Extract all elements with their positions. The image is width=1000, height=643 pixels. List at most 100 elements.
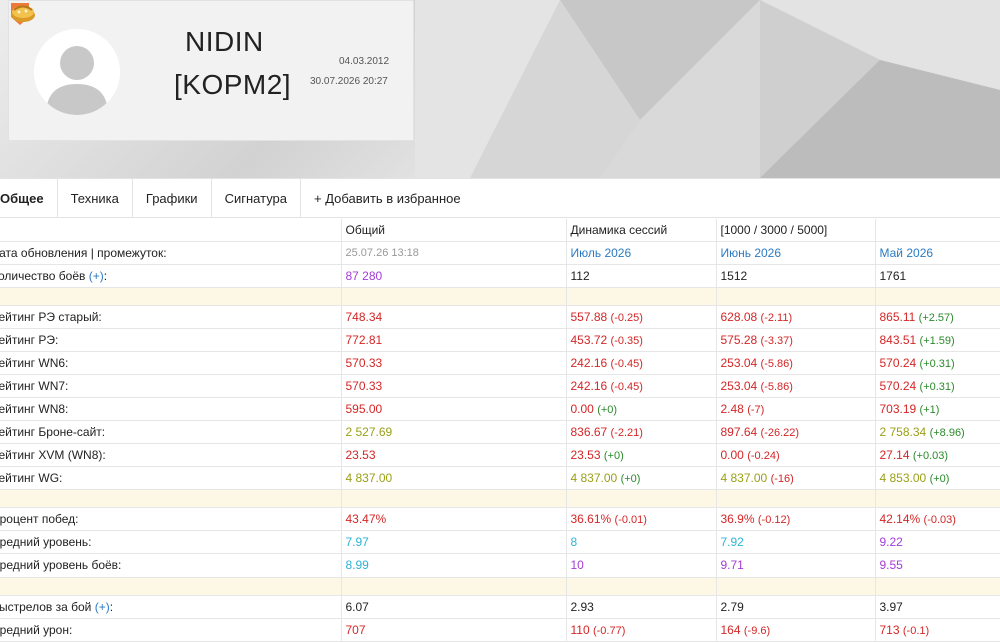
period-cell: 36.61% (-0.01)	[565, 507, 716, 531]
period-delta: (-5.86)	[760, 357, 793, 370]
period-value: 253.04	[720, 378, 758, 393]
table-row: Рейтинг РЭ старый: 748.34 557.88 (-0.25) 62…	[0, 305, 1000, 329]
period-cell: 628.08 (-2.11)	[715, 305, 875, 329]
period-cell[interactable]: Июль 2026	[565, 241, 716, 265]
period-cell: 4 853.00 (+0)	[874, 466, 1000, 490]
period-delta: (+0.03)	[912, 449, 949, 462]
period-cell: 897.64 (-26.22)	[715, 420, 875, 444]
period-value: 4 837.00	[720, 470, 768, 485]
row-label-text: Процент побед:	[0, 511, 79, 526]
row-label-text: Средний урон:	[0, 622, 73, 637]
period-value: 1512	[720, 268, 748, 283]
total-value: 595.00	[340, 397, 566, 421]
table-row: Выстрелов за бой (+): 6.07 2.93 2.79 3.97	[0, 595, 1000, 619]
table-row: Средний урон:707110 (-0.77)164 (-9.6)713…	[0, 618, 1000, 642]
row-label-text: Рейтинг Броне-сайт:	[0, 424, 106, 439]
separator-cell	[0, 287, 341, 306]
period-delta: (-0.24)	[747, 449, 780, 462]
tab-charts[interactable]: Графики	[133, 179, 212, 218]
profile-banner: NIDIN [KOPM2] 04.03.2012 30.07.2026 20:2…	[0, 0, 1000, 178]
total-value: 570.33	[340, 374, 566, 398]
period-value: 10	[570, 558, 584, 572]
last-battle-date: 30.07.2026 20:27	[310, 76, 388, 87]
add-to-favorites-button[interactable]: + Добавить в избранное	[301, 179, 474, 218]
period-value: 843.51	[879, 332, 917, 347]
row-label-text: Рейтинг WN6:	[0, 355, 69, 370]
period-value: 453.72	[570, 332, 608, 347]
period-value: 0.00	[720, 447, 744, 462]
header-intervals-link[interactable]: [1000 / 3000 / 5000]	[715, 219, 875, 242]
period-value: Май 2026	[879, 245, 934, 260]
row-label-text: Рейтинг WN7:	[0, 378, 69, 393]
period-cell: 8	[565, 530, 716, 554]
period-cell: 42.14% (-0.03)	[874, 507, 1000, 531]
stats-table: Общий Динамика сессий [1000 / 3000 / 500…	[0, 219, 1000, 642]
total-value: 748.34	[340, 305, 566, 329]
row-label-text: Рейтинг WN8:	[0, 401, 69, 416]
separator-cell	[565, 577, 716, 596]
period-delta: (+8.96)	[929, 426, 965, 439]
period-delta: (+0)	[620, 472, 641, 485]
period-cell: 27.14 (+0.03)	[874, 443, 1000, 467]
row-label: Выстрелов за бой (+):	[0, 595, 341, 619]
period-cell: 110 (-0.77)	[565, 618, 716, 642]
period-delta: (-0.35)	[610, 334, 643, 347]
tab-signature[interactable]: Сигнатура	[212, 179, 302, 218]
tab-general[interactable]: Общее	[0, 179, 58, 218]
period-delta: (+2.57)	[918, 311, 954, 324]
tab-vehicles[interactable]: Техника	[58, 179, 133, 218]
row-label: Процент побед:	[0, 507, 341, 531]
period-value: 9.55	[879, 558, 903, 572]
row-label-text: Рейтинг WG:	[0, 470, 63, 485]
expand-link[interactable]: (+)	[95, 600, 110, 614]
table-row: Рейтинг WN6:570.33242.16 (-0.45)253.04 (…	[0, 351, 1000, 375]
period-value: 836.67	[570, 424, 608, 439]
period-cell: 10	[565, 553, 716, 578]
period-delta: (-5.86)	[760, 380, 793, 393]
total-value: 8.99	[340, 553, 566, 578]
separator-cell	[0, 577, 341, 596]
table-row: Рейтинг Броне-сайт: 2 527.69 836.67 (-2.21…	[0, 420, 1000, 444]
header-empty	[874, 219, 1000, 242]
period-value: Июль 2026	[570, 245, 632, 260]
period-cell[interactable]: Июнь 2026	[715, 241, 875, 265]
period-value: 8	[570, 534, 578, 549]
period-cell: 242.16 (-0.45)	[565, 374, 716, 398]
row-label: Рейтинг WN7:	[0, 374, 341, 398]
table-row: Рейтинг WN7:570.33242.16 (-0.45)253.04 (…	[0, 374, 1000, 398]
clan-tag[interactable]: [KOPM2]	[174, 69, 291, 101]
expand-link[interactable]: (+)	[89, 269, 104, 283]
table-row: Дата обновления | промежуток: 25.07.26 13…	[0, 241, 1000, 265]
period-cell: 253.04 (-5.86)	[715, 374, 875, 398]
row-label-tail: :	[103, 268, 108, 283]
period-delta: (-2.21)	[610, 426, 643, 439]
table-row: Рейтинг РЭ:772.81453.72 (-0.35)575.28 (-…	[0, 328, 1000, 352]
period-cell[interactable]: Май 2026	[874, 241, 1000, 265]
period-cell: 253.04 (-5.86)	[715, 351, 875, 375]
clan-emblem-icon	[11, 5, 35, 22]
row-label: Рейтинг WG:	[0, 466, 341, 490]
period-value: 703.19	[879, 401, 917, 416]
table-header-row: Общий Динамика сессий [1000 / 3000 / 500…	[0, 219, 1000, 242]
period-cell: 843.51 (+1.59)	[874, 328, 1000, 352]
period-cell: 453.72 (-0.35)	[565, 328, 716, 352]
row-label: Средний урон:	[0, 618, 341, 642]
period-cell: 3.97	[874, 595, 1000, 619]
period-value: 164	[720, 622, 741, 637]
period-value: 1761	[879, 268, 907, 283]
period-cell: 4 837.00 (-16)	[715, 466, 875, 490]
total-value: 2 527.69	[340, 420, 566, 444]
separator-cell	[0, 489, 341, 508]
total-value: 87 280	[340, 264, 566, 288]
period-delta: (+0.31)	[919, 380, 955, 393]
period-value: 557.88	[570, 309, 608, 324]
total-value: 7.97	[340, 530, 566, 554]
period-cell: 0.00 (-0.24)	[715, 443, 875, 467]
period-delta: (+1)	[919, 403, 940, 416]
table-row: Рейтинг XVM (WN8): 23.53 23.53 (+0) 0.00 (-…	[0, 443, 1000, 467]
period-delta: (+1.59)	[919, 334, 955, 347]
period-value: 110	[570, 622, 590, 637]
period-value: 9.71	[720, 558, 744, 572]
period-value: 0.00	[570, 401, 594, 416]
period-value: 2 758.34	[879, 424, 927, 439]
